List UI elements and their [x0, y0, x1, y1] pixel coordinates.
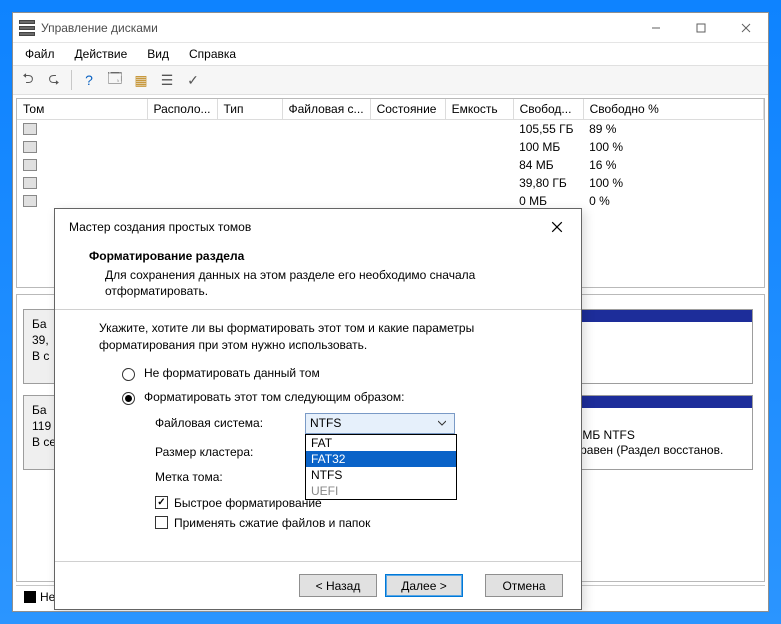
partition[interactable]: [568, 309, 753, 384]
col-freepct[interactable]: Свободно %: [583, 99, 763, 120]
partition[interactable]: 516 МБ NTFS Исправен (Раздел восстанов.: [553, 395, 753, 470]
dialog-header: Форматирование раздела Для сохранения да…: [55, 243, 581, 309]
chevron-down-icon: [434, 419, 450, 427]
volume-icon: [23, 141, 37, 153]
compress-checkbox[interactable]: Применять сжатие файлов и папок: [155, 516, 547, 530]
swatch-black-icon: [24, 591, 36, 603]
partition-color-bar: [553, 396, 752, 408]
volume-icon: [23, 195, 37, 207]
titlebar: Управление дисками: [13, 13, 768, 43]
partition-color-bar: [568, 310, 752, 322]
radio-no-format-label: Не форматировать данный том: [144, 366, 320, 380]
app-icon: [19, 20, 35, 36]
window-title: Управление дисками: [41, 21, 158, 35]
menu-help[interactable]: Справка: [181, 45, 244, 63]
volume-icon: [23, 177, 37, 189]
quick-format-label: Быстрое форматирование: [174, 496, 322, 510]
toolbar-list-icon[interactable]: ▦: [130, 69, 152, 91]
toolbar-back-icon[interactable]: ⮌: [17, 69, 39, 91]
client-area: Том Располо... Тип Файловая с... Состоян…: [13, 95, 768, 611]
radio-do-format[interactable]: Форматировать этот том следующим образом…: [117, 389, 547, 405]
volume-icon: [23, 159, 37, 171]
toolbar-forward-icon[interactable]: ⮎: [43, 69, 65, 91]
dialog-button-bar: < Назад Далее > Отмена: [55, 561, 581, 609]
volume-table: Том Располо... Тип Файловая с... Состоян…: [17, 99, 764, 210]
filesystem-dropdown[interactable]: NTFS FAT FAT32 NTFS UEFI: [305, 413, 455, 434]
fs-option-uefi[interactable]: UEFI: [306, 483, 456, 499]
col-tom[interactable]: Том: [17, 99, 147, 120]
next-button[interactable]: Далее >: [385, 574, 463, 597]
toolbar-help-icon[interactable]: ✓: [182, 69, 204, 91]
maximize-button[interactable]: [678, 13, 723, 42]
label-cluster: Размер кластера:: [155, 445, 305, 459]
toolbar-properties-icon[interactable]: 🗔: [104, 69, 126, 91]
menu-file[interactable]: Файл: [17, 45, 63, 63]
label-volume-label: Метка тома:: [155, 470, 305, 484]
format-options: Файловая система: NTFS FAT FAT32 NTFS UE…: [155, 413, 547, 484]
checkbox-icon: [155, 516, 168, 529]
window-controls: [633, 13, 768, 42]
dialog-subtitle: Для сохранения данных на этом разделе ег…: [89, 267, 529, 299]
table-row[interactable]: 39,80 ГБ100 %: [17, 174, 764, 192]
menu-action[interactable]: Действие: [67, 45, 136, 63]
checkbox-icon: [155, 496, 168, 509]
dialog-intro: Укажите, хотите ли вы форматировать этот…: [99, 320, 547, 352]
radio-no-format[interactable]: Не форматировать данный том: [117, 365, 547, 381]
col-loc[interactable]: Располо...: [147, 99, 217, 120]
toolbar-refresh-icon[interactable]: ?: [78, 69, 100, 91]
dialog-caption: Форматирование раздела: [89, 249, 547, 267]
table-row[interactable]: 105,55 ГБ89 %: [17, 120, 764, 139]
filesystem-dropdown-list: FAT FAT32 NTFS UEFI: [305, 434, 457, 500]
back-button[interactable]: < Назад: [299, 574, 377, 597]
fs-option-fat32[interactable]: FAT32: [306, 451, 456, 467]
fs-option-ntfs[interactable]: NTFS: [306, 467, 456, 483]
menubar: Файл Действие Вид Справка: [13, 43, 768, 65]
col-type[interactable]: Тип: [217, 99, 282, 120]
compress-label: Применять сжатие файлов и папок: [174, 516, 370, 530]
menu-view[interactable]: Вид: [139, 45, 177, 63]
disk-management-window: Управление дисками Файл Действие Вид Спр…: [12, 12, 769, 612]
toolbar-detail-icon[interactable]: ☰: [156, 69, 178, 91]
filesystem-selected: NTFS: [310, 416, 341, 430]
close-button[interactable]: [723, 13, 768, 42]
col-capacity[interactable]: Емкость: [445, 99, 513, 120]
volume-icon: [23, 123, 37, 135]
radio-do-format-input[interactable]: [122, 392, 135, 405]
dialog-title: Мастер создания простых томов: [69, 220, 251, 234]
dialog-body: Укажите, хотите ли вы форматировать этот…: [55, 310, 581, 561]
fs-option-fat[interactable]: FAT: [306, 435, 456, 451]
radio-do-format-label: Форматировать этот том следующим образом…: [144, 390, 404, 404]
label-filesystem: Файловая система:: [155, 416, 305, 430]
table-row[interactable]: 84 МБ16 %: [17, 156, 764, 174]
toolbar: ⮌ ⮎ ? 🗔 ▦ ☰ ✓: [13, 65, 768, 95]
dialog-titlebar: Мастер создания простых томов: [55, 209, 581, 243]
dialog-close-icon[interactable]: [543, 217, 571, 237]
new-simple-volume-wizard: Мастер создания простых томов Форматиров…: [54, 208, 582, 610]
col-fs[interactable]: Файловая с...: [282, 99, 370, 120]
radio-no-format-input[interactable]: [122, 368, 135, 381]
col-state[interactable]: Состояние: [370, 99, 445, 120]
minimize-button[interactable]: [633, 13, 678, 42]
table-row[interactable]: 100 МБ100 %: [17, 138, 764, 156]
col-free[interactable]: Свобод...: [513, 99, 583, 120]
cancel-button[interactable]: Отмена: [485, 574, 563, 597]
toolbar-sep: [71, 70, 72, 90]
